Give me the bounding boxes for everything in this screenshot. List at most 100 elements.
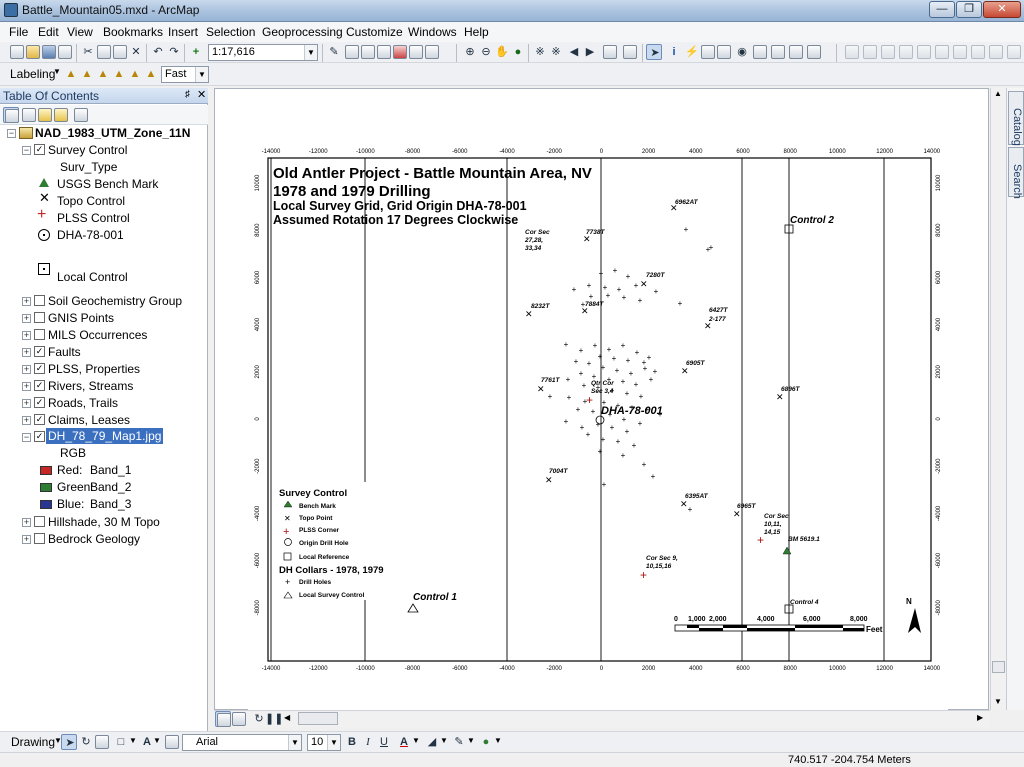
- cut-icon[interactable]: ✂: [80, 44, 96, 60]
- scroll-right-icon[interactable]: ▶: [977, 713, 983, 722]
- html-popup-icon[interactable]: [700, 44, 716, 60]
- font-name-combo[interactable]: Arial ▼: [182, 734, 302, 751]
- menu-bookmarks[interactable]: Bookmarks: [103, 25, 163, 39]
- layer-roads-trails[interactable]: Roads, Trails: [48, 395, 118, 411]
- layout-page[interactable]: -14000 -12000 -10000 -8000 -6000 -4000 -2000 0 2…: [248, 142, 948, 716]
- copy-icon[interactable]: [96, 44, 112, 60]
- survey-control-checkbox[interactable]: ✓: [34, 144, 45, 155]
- python-window-icon[interactable]: [408, 44, 424, 60]
- go-to-xy-icon[interactable]: [770, 44, 786, 60]
- edit-vertices-icon[interactable]: [164, 734, 180, 750]
- collapse-raster-icon[interactable]: −: [22, 433, 31, 442]
- close-button[interactable]: ✕: [983, 1, 1021, 18]
- find-icon[interactable]: ◉: [734, 44, 750, 60]
- list-by-drawing-order-icon[interactable]: [3, 107, 19, 123]
- italic-button[interactable]: I: [360, 734, 376, 750]
- scroll-up-icon[interactable]: ▲: [994, 89, 1002, 98]
- layout-back-icon[interactable]: [934, 44, 950, 60]
- bold-button[interactable]: B: [344, 734, 360, 750]
- menu-help[interactable]: Help: [464, 25, 489, 39]
- zoom-in-icon[interactable]: ⊕: [462, 44, 478, 60]
- list-by-visibility-icon[interactable]: [37, 107, 53, 123]
- data-frame-name[interactable]: NAD_1983_UTM_Zone_11N: [35, 125, 190, 141]
- labeling-menu[interactable]: Labeling: [10, 67, 55, 81]
- chevron-down-icon[interactable]: ▼: [327, 735, 340, 750]
- layer-claims-leases[interactable]: Claims, Leases: [48, 412, 130, 428]
- fixed-zoom-out-icon[interactable]: ※: [548, 44, 564, 60]
- catalog-tab[interactable]: Catalog: [1008, 91, 1024, 146]
- layer-mils-occurrences[interactable]: MILS Occurrences: [48, 327, 147, 343]
- marker-color-icon[interactable]: ●: [478, 734, 494, 750]
- open-folder-icon[interactable]: [25, 44, 41, 60]
- scroll-thumb[interactable]: [992, 661, 1005, 673]
- menu-file[interactable]: File: [9, 25, 28, 39]
- pan-icon[interactable]: ✋: [494, 44, 510, 60]
- zoom-whole-page-icon[interactable]: [898, 44, 914, 60]
- scroll-left-icon[interactable]: ◀: [284, 713, 290, 722]
- editor-toolbar-icon[interactable]: ✎: [326, 44, 342, 60]
- chevron-down-icon[interactable]: ▼: [53, 67, 61, 76]
- print-icon[interactable]: [57, 44, 73, 60]
- collapse-survey-control-icon[interactable]: −: [22, 146, 31, 155]
- layer-checkbox[interactable]: ✓: [34, 380, 45, 391]
- layer-checkbox[interactable]: ✓: [34, 414, 45, 425]
- hyperlink-icon[interactable]: ⚡: [684, 44, 700, 60]
- font-size-combo[interactable]: 10 ▼: [307, 734, 341, 751]
- raster-checkbox[interactable]: ✓: [34, 431, 45, 442]
- expand-layer-icon[interactable]: +: [22, 416, 31, 425]
- layer-checkbox[interactable]: [34, 312, 45, 323]
- layer-checkbox[interactable]: [34, 533, 45, 544]
- full-extent-icon[interactable]: ●: [510, 44, 526, 60]
- chevron-down-icon[interactable]: ▼: [153, 736, 161, 745]
- layer-checkbox[interactable]: ✓: [34, 397, 45, 408]
- layout-percent-icon[interactable]: [970, 44, 986, 60]
- delete-icon[interactable]: ✕: [128, 44, 144, 60]
- chevron-down-icon[interactable]: ▼: [494, 736, 502, 745]
- catalog-window-icon[interactable]: [360, 44, 376, 60]
- go-back-icon[interactable]: ◀: [566, 44, 582, 60]
- scroll-down-icon[interactable]: ▼: [994, 697, 1002, 706]
- layout-forward-icon[interactable]: [952, 44, 968, 60]
- label-weight-ranking-icon[interactable]: ▲: [127, 66, 143, 82]
- scroll-thumb[interactable]: [298, 712, 338, 725]
- chevron-down-icon[interactable]: ▼: [412, 736, 420, 745]
- paste-icon[interactable]: [112, 44, 128, 60]
- label-priority-ranking-icon[interactable]: ▲: [143, 66, 159, 82]
- minimize-button[interactable]: —: [929, 1, 955, 18]
- horizontal-scrollbar[interactable]: ↻ ❚❚ ◀ ▶: [214, 710, 990, 727]
- label-manager-icon[interactable]: ▲: [63, 66, 79, 82]
- menu-view[interactable]: View: [67, 25, 93, 39]
- layer-faults[interactable]: Faults: [48, 344, 81, 360]
- expand-layer-icon[interactable]: +: [22, 535, 31, 544]
- focus-data-frame-icon[interactable]: [1006, 44, 1022, 60]
- modelbuilder-icon[interactable]: [424, 44, 440, 60]
- layer-dh-78-79-map1[interactable]: DH_78_79_Map1.jpg: [46, 428, 164, 444]
- create-viewer-icon[interactable]: [806, 44, 822, 60]
- measure-icon[interactable]: [716, 44, 732, 60]
- layout-view[interactable]: -14000 -12000 -10000 -8000 -6000 -4000 -2000 0 2…: [214, 88, 989, 716]
- zoom-out-icon[interactable]: ⊖: [478, 44, 494, 60]
- new-document-icon[interactable]: [9, 44, 25, 60]
- layout-pan-icon[interactable]: [880, 44, 896, 60]
- chevron-down-icon[interactable]: ▼: [467, 736, 475, 745]
- layer-survey-control[interactable]: Survey Control: [48, 142, 127, 158]
- chevron-down-icon[interactable]: ▼: [440, 736, 448, 745]
- select-features-icon[interactable]: [602, 44, 618, 60]
- menu-insert[interactable]: Insert: [168, 25, 198, 39]
- toc-options-icon[interactable]: [73, 107, 89, 123]
- label-quality-combo[interactable]: Fast ▼: [161, 66, 209, 83]
- fill-color-icon[interactable]: ◢: [424, 734, 440, 750]
- layer-soil-geochemistry-group[interactable]: Soil Geochemistry Group: [48, 293, 182, 309]
- redo-icon[interactable]: ↷: [166, 44, 182, 60]
- select-elements-icon[interactable]: ➤: [646, 44, 662, 60]
- menu-geoprocessing[interactable]: Geoprocessing: [262, 25, 343, 39]
- layout-zoom-out-icon[interactable]: [862, 44, 878, 60]
- layer-rivers-streams[interactable]: Rivers, Streams: [48, 378, 133, 394]
- menu-customize[interactable]: Customize: [346, 25, 403, 39]
- undo-icon[interactable]: ↶: [150, 44, 166, 60]
- find-route-icon[interactable]: [752, 44, 768, 60]
- menu-windows[interactable]: Windows: [408, 25, 457, 39]
- save-icon[interactable]: [41, 44, 57, 60]
- chevron-down-icon[interactable]: ▼: [195, 67, 208, 82]
- layer-checkbox[interactable]: [34, 516, 45, 527]
